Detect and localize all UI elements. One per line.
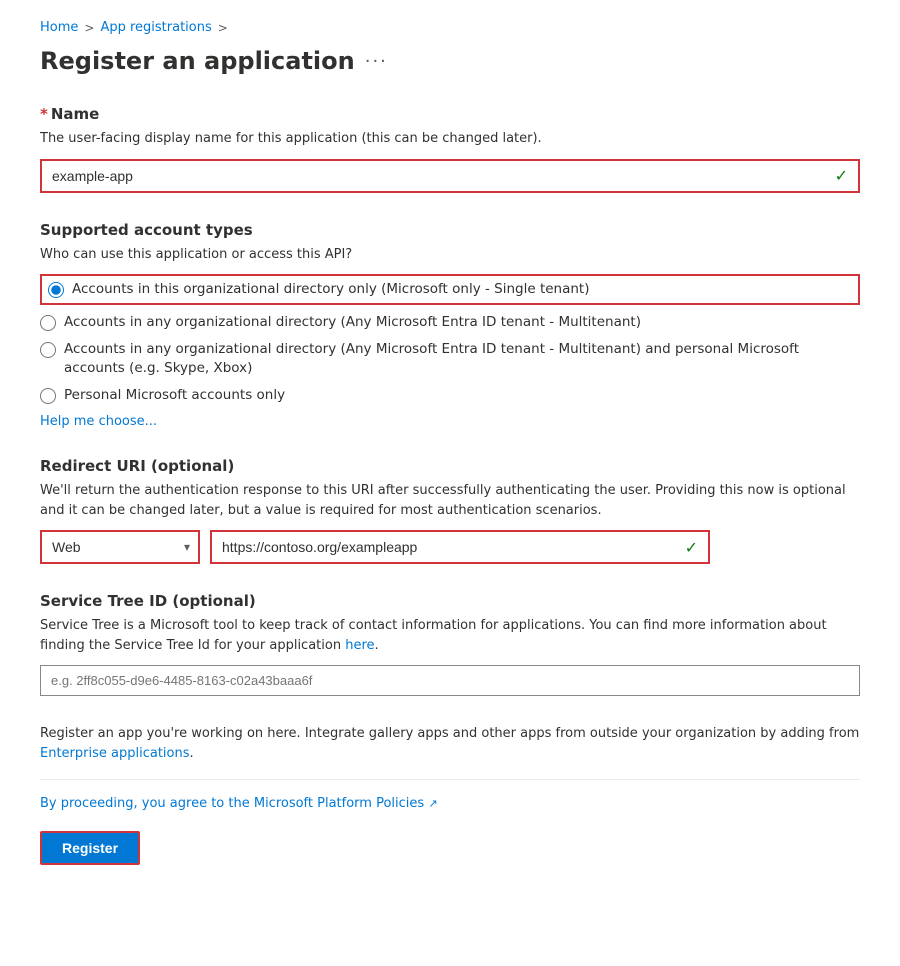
account-type-label-3[interactable]: Accounts in any organizational directory… — [64, 340, 860, 378]
breadcrumb-app-registrations[interactable]: App registrations — [100, 20, 211, 35]
policy-row: By proceeding, you agree to the Microsof… — [40, 796, 860, 811]
redirect-uri-description: We'll return the authentication response… — [40, 481, 860, 520]
service-tree-title: Service Tree ID (optional) — [40, 592, 860, 610]
account-type-radio-1[interactable] — [48, 282, 64, 298]
account-type-label-4[interactable]: Personal Microsoft accounts only — [64, 386, 285, 405]
account-type-option-3[interactable]: Accounts in any organizational directory… — [40, 340, 860, 378]
redirect-uri-title: Redirect URI (optional) — [40, 457, 860, 475]
service-tree-desc-text: Service Tree is a Microsoft tool to keep… — [40, 618, 827, 653]
service-tree-section: Service Tree ID (optional) Service Tree … — [40, 592, 860, 696]
uri-check-icon: ✓ — [685, 538, 698, 557]
policy-link[interactable]: By proceeding, you agree to the Microsof… — [40, 796, 438, 811]
name-input-wrapper: ✓ — [40, 159, 860, 193]
account-type-label-2[interactable]: Accounts in any organizational directory… — [64, 313, 641, 332]
breadcrumb-chevron-2: > — [218, 21, 228, 35]
breadcrumb-home[interactable]: Home — [40, 20, 78, 35]
breadcrumb-chevron-1: > — [84, 21, 94, 35]
service-tree-input[interactable] — [41, 666, 859, 695]
bottom-note-text-before: Register an app you're working on here. … — [40, 726, 859, 741]
name-section-title: *Name — [40, 105, 860, 123]
account-type-option-2[interactable]: Accounts in any organizational directory… — [40, 313, 860, 332]
name-input[interactable] — [42, 161, 858, 191]
required-star: * — [40, 105, 48, 123]
bottom-note: Register an app you're working on here. … — [40, 724, 860, 763]
policy-text: By proceeding, you agree to the Microsof… — [40, 796, 424, 811]
page-header: Register an application ··· — [40, 47, 860, 75]
redirect-uri-input[interactable] — [212, 532, 708, 562]
account-type-radio-3[interactable] — [40, 342, 56, 358]
service-tree-description: Service Tree is a Microsoft tool to keep… — [40, 616, 860, 655]
account-type-radio-2[interactable] — [40, 315, 56, 331]
name-check-icon: ✓ — [835, 166, 848, 185]
redirect-uri-input-wrapper: ✓ — [210, 530, 710, 564]
page-title: Register an application — [40, 47, 355, 75]
account-type-option-1[interactable]: Accounts in this organizational director… — [40, 274, 860, 305]
account-type-radio-4[interactable] — [40, 388, 56, 404]
enterprise-applications-link[interactable]: Enterprise applications — [40, 746, 190, 761]
register-button[interactable]: Register — [40, 831, 140, 865]
service-tree-here-link[interactable]: here — [345, 638, 374, 653]
account-types-title: Supported account types — [40, 221, 860, 239]
name-section-description: The user-facing display name for this ap… — [40, 129, 860, 149]
redirect-uri-row: Web Single-page application (SPA) Public… — [40, 530, 860, 564]
more-options-icon[interactable]: ··· — [365, 51, 388, 72]
service-tree-input-wrapper — [40, 665, 860, 696]
account-type-option-4[interactable]: Personal Microsoft accounts only — [40, 386, 860, 405]
account-types-question: Who can use this application or access t… — [40, 245, 860, 265]
help-me-choose-link[interactable]: Help me choose... — [40, 414, 157, 429]
redirect-type-select-wrapper: Web Single-page application (SPA) Public… — [40, 530, 200, 564]
redirect-type-select[interactable]: Web Single-page application (SPA) Public… — [42, 532, 198, 562]
breadcrumb: Home > App registrations > — [40, 20, 860, 35]
account-type-label-1[interactable]: Accounts in this organizational director… — [72, 280, 589, 299]
account-types-radio-group: Accounts in this organizational director… — [40, 274, 860, 404]
name-section: *Name The user-facing display name for t… — [40, 105, 860, 193]
external-link-icon: ↗ — [428, 797, 437, 810]
redirect-uri-section: Redirect URI (optional) We'll return the… — [40, 457, 860, 564]
divider — [40, 779, 860, 780]
account-types-section: Supported account types Who can use this… — [40, 221, 860, 430]
